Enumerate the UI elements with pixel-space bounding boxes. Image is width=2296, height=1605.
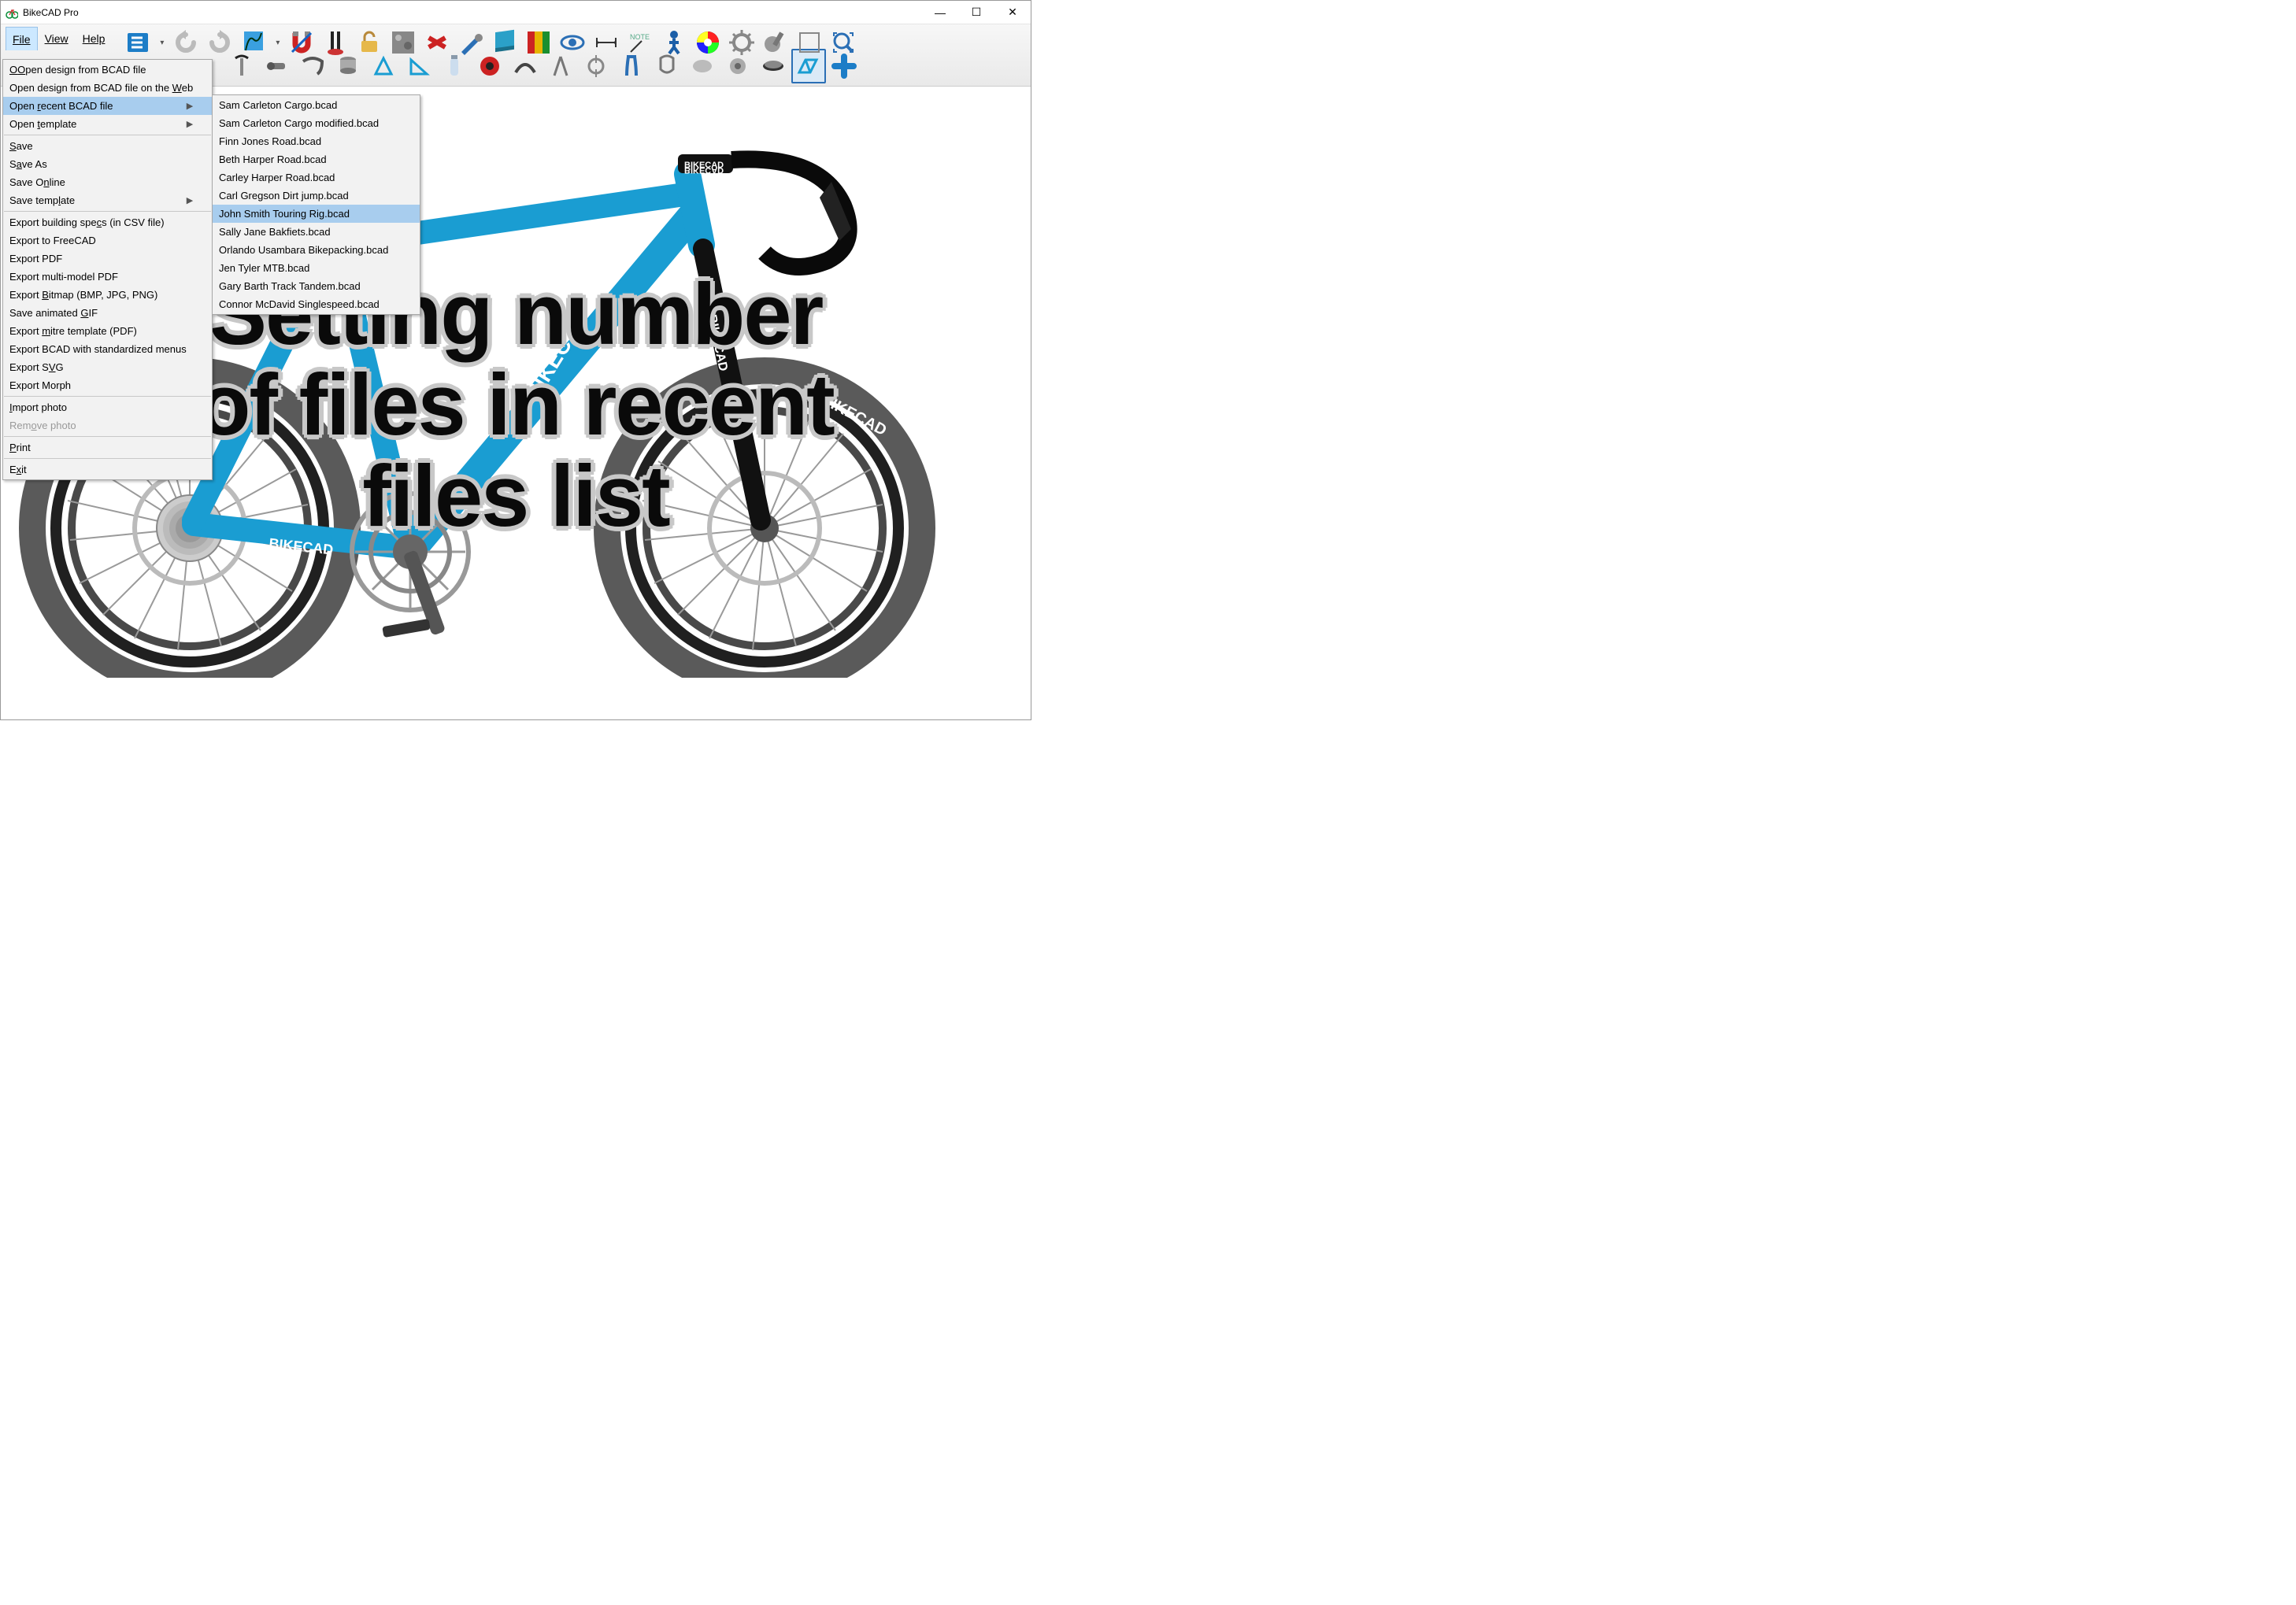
file-save-online[interactable]: Save Online	[3, 173, 212, 191]
tool-texture[interactable]	[387, 27, 419, 58]
recent-file-item[interactable]: Jen Tyler MTB.bcad	[213, 259, 420, 277]
file-export-freecad[interactable]: Export to FreeCAD	[3, 231, 212, 250]
titlebar: BikeCAD Pro — ☐ ✕	[1, 1, 1031, 24]
file-save[interactable]: Save	[3, 137, 212, 155]
tool-shape-split[interactable]	[122, 27, 168, 58]
tool-lock-open[interactable]	[354, 27, 385, 58]
maximize-button[interactable]: ☐	[958, 1, 994, 24]
tool-brush-split[interactable]	[238, 27, 283, 58]
file-open-recent[interactable]: Open recent BCAD file▶	[3, 97, 212, 115]
file-export-morph[interactable]: Export Morph	[3, 376, 212, 394]
tool-magnet[interactable]	[286, 27, 317, 58]
recent-file-item[interactable]: Orlando Usambara Bikepacking.bcad	[213, 241, 420, 259]
file-export-mitre[interactable]: Export mitre template (PDF)	[3, 322, 212, 340]
recent-file-item[interactable]: Gary Barth Track Tandem.bcad	[213, 277, 420, 295]
recent-file-item[interactable]: Carl Gregson Dirt jump.bcad	[213, 187, 420, 205]
close-button[interactable]: ✕	[994, 1, 1031, 24]
app-icon	[6, 6, 18, 19]
tool-redo[interactable]	[204, 27, 235, 58]
tool-undo[interactable]	[170, 27, 202, 58]
file-save-gif[interactable]: Save animated GIF	[3, 304, 212, 322]
tool-zoom[interactable]	[828, 27, 859, 58]
file-export-bitmap[interactable]: Export Bitmap (BMP, JPG, PNG)	[3, 286, 212, 304]
tool-gear[interactable]	[726, 27, 757, 58]
recent-file-item[interactable]: John Smith Touring Rig.bcad	[213, 205, 420, 223]
tool-pen[interactable]	[455, 27, 487, 58]
menu-view[interactable]: View	[38, 27, 76, 50]
menu-file-label: File	[13, 33, 31, 46]
recent-file-item[interactable]: Finn Jones Road.bcad	[213, 132, 420, 150]
recent-file-item[interactable]: Sally Jane Bakfiets.bcad	[213, 223, 420, 241]
file-open-web[interactable]: Open design from BCAD file on the Web	[3, 79, 212, 97]
file-export-multi-pdf[interactable]: Export multi-model PDF	[3, 268, 212, 286]
menu-view-label: View	[45, 32, 69, 45]
file-export-csv[interactable]: Export building specs (in CSV file)	[3, 213, 212, 231]
menu-help-label: Help	[83, 32, 106, 45]
file-export-pdf[interactable]: Export PDF	[3, 250, 212, 268]
window-title: BikeCAD Pro	[23, 7, 922, 18]
tool-rider[interactable]	[658, 27, 690, 58]
file-open-bcad[interactable]: OOpen design from BCAD file	[3, 61, 212, 79]
tool-dimension[interactable]	[591, 27, 622, 58]
svg-text:BIKECAD: BIKECAD	[684, 165, 724, 175]
file-remove-photo[interactable]: Remove photo	[3, 416, 212, 435]
recent-file-item[interactable]: Beth Harper Road.bcad	[213, 150, 420, 168]
file-save-as[interactable]: Save As	[3, 155, 212, 173]
menubar: File View Help NOTE	[4, 27, 1028, 50]
file-print[interactable]: Print	[3, 438, 212, 457]
minimize-button[interactable]: —	[922, 1, 958, 24]
file-open-template[interactable]: Open template▶	[3, 115, 212, 133]
file-exit[interactable]: Exit	[3, 460, 212, 479]
svg-text:BIKECAD: BIKECAD	[550, 220, 638, 253]
tool-note[interactable]: NOTE	[624, 27, 656, 58]
tool-book[interactable]	[489, 27, 520, 58]
menu-file[interactable]: File	[6, 27, 38, 50]
app-window: BikeCAD Pro — ☐ ✕ File View Help	[0, 0, 1031, 720]
tool-wrench[interactable]	[421, 27, 453, 58]
recent-file-item[interactable]: Sam Carleton Cargo modified.bcad	[213, 114, 420, 132]
tool-crank[interactable]	[760, 27, 791, 58]
svg-text:NOTE: NOTE	[630, 33, 650, 41]
file-export-std[interactable]: Export BCAD with standardized menus	[3, 340, 212, 358]
recent-file-item[interactable]: Connor McDavid Singlespeed.bcad	[213, 295, 420, 313]
recent-file-item[interactable]: Sam Carleton Cargo.bcad	[213, 96, 420, 114]
file-export-svg[interactable]: Export SVG	[3, 358, 212, 376]
tool-eye[interactable]	[557, 27, 588, 58]
tool-color-wheel[interactable]	[692, 27, 724, 58]
menu-help[interactable]: Help	[76, 27, 113, 50]
recent-file-item[interactable]: Carley Harper Road.bcad	[213, 168, 420, 187]
file-menu-dropdown: OOpen design from BCAD file Open design …	[2, 59, 213, 480]
tool-swatch[interactable]	[523, 27, 554, 58]
tool-square[interactable]	[794, 27, 825, 58]
file-import-photo[interactable]: Import photo	[3, 398, 212, 416]
recent-files-dropdown: Sam Carleton Cargo.bcadSam Carleton Carg…	[212, 94, 420, 315]
file-save-template[interactable]: Save template▶	[3, 191, 212, 209]
tool-fork[interactable]	[320, 27, 351, 58]
